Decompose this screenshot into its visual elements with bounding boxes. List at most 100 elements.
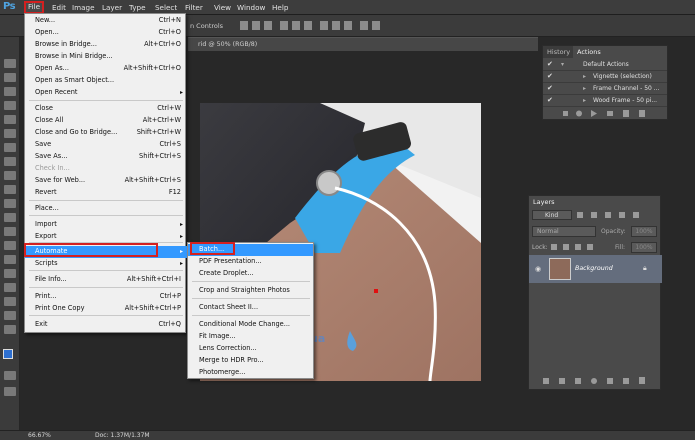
automate-item-photomerge[interactable]: Photomerge... bbox=[188, 367, 313, 379]
chevron-right-icon[interactable]: ▸ bbox=[583, 85, 586, 92]
move-tool-icon[interactable] bbox=[4, 59, 16, 68]
marquee-tool-icon[interactable] bbox=[4, 73, 16, 82]
menu-separator bbox=[192, 315, 310, 316]
brush-tool-icon[interactable] bbox=[4, 157, 16, 166]
file-menu-item-open-recent[interactable]: Open Recent ▸ bbox=[25, 87, 187, 99]
menu-separator bbox=[29, 287, 183, 288]
visibility-eye-icon[interactable]: ◉ bbox=[535, 265, 541, 273]
lasso-tool-icon[interactable] bbox=[4, 87, 16, 96]
file-menu-item-close-and-go-to-bridge[interactable]: Close and Go to Bridge... Shift+Ctrl+W bbox=[25, 127, 187, 139]
quick-mask-icon[interactable] bbox=[4, 371, 16, 380]
automate-item-create-droplet[interactable]: Create Droplet... bbox=[188, 268, 313, 280]
automate-item-conditional-mode-change[interactable]: Conditional Mode Change... bbox=[188, 319, 313, 331]
file-menu-item-save[interactable]: Save Ctrl+S bbox=[25, 139, 187, 151]
file-menu-item-import[interactable]: Import ▸ bbox=[25, 219, 187, 231]
foreground-color-swatch[interactable] bbox=[3, 349, 13, 359]
checkmark-icon[interactable]: ✔ bbox=[547, 72, 553, 80]
menu-item-label: Browse in Mini Bridge... bbox=[35, 52, 113, 60]
menu-window[interactable]: Window bbox=[235, 2, 267, 13]
file-menu-item-new[interactable]: New... Ctrl+N bbox=[25, 15, 187, 27]
menu-edit[interactable]: Edit bbox=[50, 2, 68, 13]
history-brush-tool-icon[interactable] bbox=[4, 185, 16, 194]
menu-filter[interactable]: Filter bbox=[183, 2, 205, 13]
blur-tool-icon[interactable] bbox=[4, 227, 16, 236]
file-menu-item-exit[interactable]: Exit Ctrl+Q bbox=[25, 319, 187, 331]
type-tool-icon[interactable] bbox=[4, 269, 16, 278]
zoom-level[interactable]: 66.67% bbox=[28, 432, 51, 439]
menu-item-label: New... bbox=[35, 16, 56, 24]
action-buttons-icon[interactable] bbox=[563, 109, 663, 118]
submenu-arrow-icon: ▸ bbox=[179, 89, 183, 96]
quick-selection-tool-icon[interactable] bbox=[4, 101, 16, 110]
hand-tool-icon[interactable] bbox=[4, 311, 16, 320]
file-menu-item-close[interactable]: Close Ctrl+W bbox=[25, 103, 187, 115]
menu-type[interactable]: Type bbox=[127, 2, 148, 13]
tab-history[interactable]: History bbox=[543, 46, 575, 58]
checkmark-icon[interactable]: ✔ bbox=[547, 84, 553, 92]
align-buttons-icon[interactable] bbox=[240, 19, 390, 33]
automate-item-crop-and-straighten-photos[interactable]: Crop and Straighten Photos bbox=[188, 285, 313, 297]
checkmark-icon[interactable]: ✔ bbox=[547, 60, 553, 68]
automate-item-contact-sheet-ii[interactable]: Contact Sheet II... bbox=[188, 302, 313, 314]
automate-item-merge-to-hdr-pro[interactable]: Merge to HDR Pro... bbox=[188, 355, 313, 367]
file-menu-item-print-one-copy[interactable]: Print One Copy Alt+Shift+Ctrl+P bbox=[25, 303, 187, 315]
menu-help[interactable]: Help bbox=[270, 2, 290, 13]
menu-select[interactable]: Select bbox=[153, 2, 179, 13]
layer-buttons-icon[interactable] bbox=[539, 376, 657, 386]
show-transform-controls-label[interactable]: n Controls bbox=[190, 22, 223, 30]
file-menu-item-save-for-web[interactable]: Save for Web... Alt+Shift+Ctrl+S bbox=[25, 175, 187, 187]
menu-view[interactable]: View bbox=[212, 2, 233, 13]
rectangle-tool-icon[interactable] bbox=[4, 297, 16, 306]
blend-mode-select[interactable]: Normal bbox=[532, 226, 596, 237]
menu-item-label: Exit bbox=[35, 320, 48, 328]
menu-image[interactable]: Image bbox=[70, 2, 97, 13]
automate-item-lens-correction[interactable]: Lens Correction... bbox=[188, 343, 313, 355]
automate-item-fit-image[interactable]: Fit Image... bbox=[188, 331, 313, 343]
path-selection-tool-icon[interactable] bbox=[4, 283, 16, 292]
file-menu-item-open-as-smart-object[interactable]: Open as Smart Object... bbox=[25, 75, 187, 87]
layer-filter-icons[interactable] bbox=[577, 211, 657, 220]
dodge-tool-icon[interactable] bbox=[4, 241, 16, 250]
file-menu-item-revert[interactable]: Revert F12 bbox=[25, 187, 187, 199]
lock-icons[interactable] bbox=[551, 243, 611, 252]
action-row[interactable]: ✔ ▸ Vignette (selection) bbox=[543, 71, 667, 83]
healing-brush-tool-icon[interactable] bbox=[4, 143, 16, 152]
file-menu-item-open-as[interactable]: Open As... Alt+Shift+Ctrl+O bbox=[25, 63, 187, 75]
chevron-right-icon[interactable]: ▸ bbox=[583, 97, 586, 104]
menu-layer[interactable]: Layer bbox=[100, 2, 124, 13]
opacity-input[interactable]: 100% bbox=[631, 226, 657, 237]
file-menu-item-print[interactable]: Print... Ctrl+P bbox=[25, 291, 187, 303]
file-menu-item-browse-in-bridge[interactable]: Browse in Bridge... Alt+Ctrl+O bbox=[25, 39, 187, 51]
pen-tool-icon[interactable] bbox=[4, 255, 16, 264]
layer-filter-kind[interactable]: Kind bbox=[532, 210, 572, 220]
chevron-right-icon[interactable]: ▸ bbox=[583, 73, 586, 80]
menu-item-label: Export bbox=[35, 232, 57, 240]
clone-stamp-tool-icon[interactable] bbox=[4, 171, 16, 180]
automate-item-pdf-presentation[interactable]: PDF Presentation... bbox=[188, 256, 313, 268]
document-tab[interactable]: rid @ 50% (RGB/8) bbox=[188, 37, 538, 51]
file-menu-item-browse-in-mini-bridge[interactable]: Browse in Mini Bridge... bbox=[25, 51, 187, 63]
file-menu-item-save-as[interactable]: Save As... Shift+Ctrl+S bbox=[25, 151, 187, 163]
file-menu-item-place[interactable]: Place... bbox=[25, 203, 187, 215]
tab-layers[interactable]: Layers bbox=[529, 196, 559, 208]
file-menu-item-scripts[interactable]: Scripts ▸ bbox=[25, 258, 187, 270]
tab-actions[interactable]: Actions bbox=[573, 46, 605, 58]
file-menu-item-file-info[interactable]: File Info... Alt+Shift+Ctrl+I bbox=[25, 274, 187, 286]
gradient-tool-icon[interactable] bbox=[4, 213, 16, 222]
action-row[interactable]: ✔ ▸ Wood Frame - 50 pi... bbox=[543, 95, 667, 107]
crop-tool-icon[interactable] bbox=[4, 115, 16, 124]
file-menu-item-export[interactable]: Export ▸ bbox=[25, 231, 187, 243]
chevron-down-icon[interactable]: ▾ bbox=[561, 61, 564, 68]
checkmark-icon[interactable]: ✔ bbox=[547, 96, 553, 104]
fill-input[interactable]: 100% bbox=[631, 242, 657, 253]
action-row[interactable]: ✔ ▾ Default Actions bbox=[543, 59, 667, 71]
action-row[interactable]: ✔ ▸ Frame Channel - 50 ... bbox=[543, 83, 667, 95]
layer-name[interactable]: Background bbox=[575, 265, 613, 272]
file-menu-item-open[interactable]: Open... Ctrl+O bbox=[25, 27, 187, 39]
file-menu-item-close-all[interactable]: Close All Alt+Ctrl+W bbox=[25, 115, 187, 127]
eraser-tool-icon[interactable] bbox=[4, 199, 16, 208]
layer-row[interactable]: ◉ Background 🔒︎ bbox=[529, 255, 662, 283]
zoom-tool-icon[interactable] bbox=[4, 325, 16, 334]
screen-mode-icon[interactable] bbox=[4, 387, 16, 396]
eyedropper-tool-icon[interactable] bbox=[4, 129, 16, 138]
